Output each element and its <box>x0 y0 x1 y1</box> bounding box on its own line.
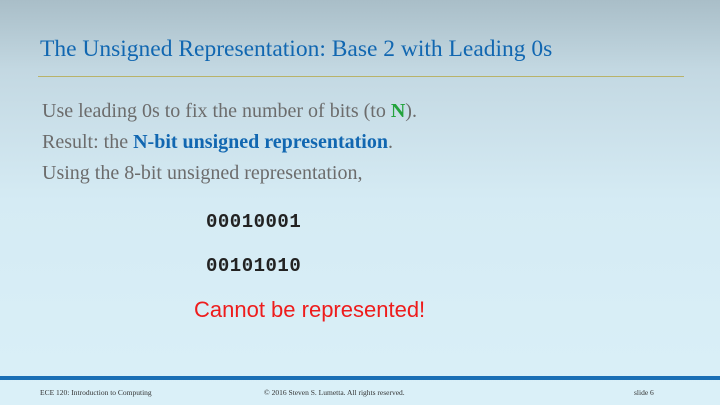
binary-result: 00101010 <box>206 255 302 277</box>
footer-copyright: © 2016 Steven S. Lumetta. All rights res… <box>264 388 405 397</box>
highlight-n: N <box>390 100 406 122</box>
binary-result: 00010001 <box>206 211 302 233</box>
footer-course: ECE 120: Introduction to Computing <box>40 388 152 397</box>
body-text: Use leading 0s to fix the number of bits… <box>42 96 417 189</box>
line-using-8-bit: Using the 8-bit unsigned representation, <box>42 162 363 184</box>
footer-bar <box>0 376 720 380</box>
line-result: Result: the N-bit unsigned representatio… <box>42 131 393 153</box>
highlight-n-bit-unsigned: N-bit unsigned representation <box>133 131 388 153</box>
error-message: Cannot be represented! <box>194 297 426 322</box>
line-leading-zeros: Use leading 0s to fix the number of bits… <box>42 100 417 122</box>
slide-title: The Unsigned Representation: Base 2 with… <box>40 36 553 62</box>
slide: The Unsigned Representation: Base 2 with… <box>0 0 720 405</box>
title-divider <box>38 76 684 77</box>
footer-slide-number: slide 6 <box>634 388 654 397</box>
